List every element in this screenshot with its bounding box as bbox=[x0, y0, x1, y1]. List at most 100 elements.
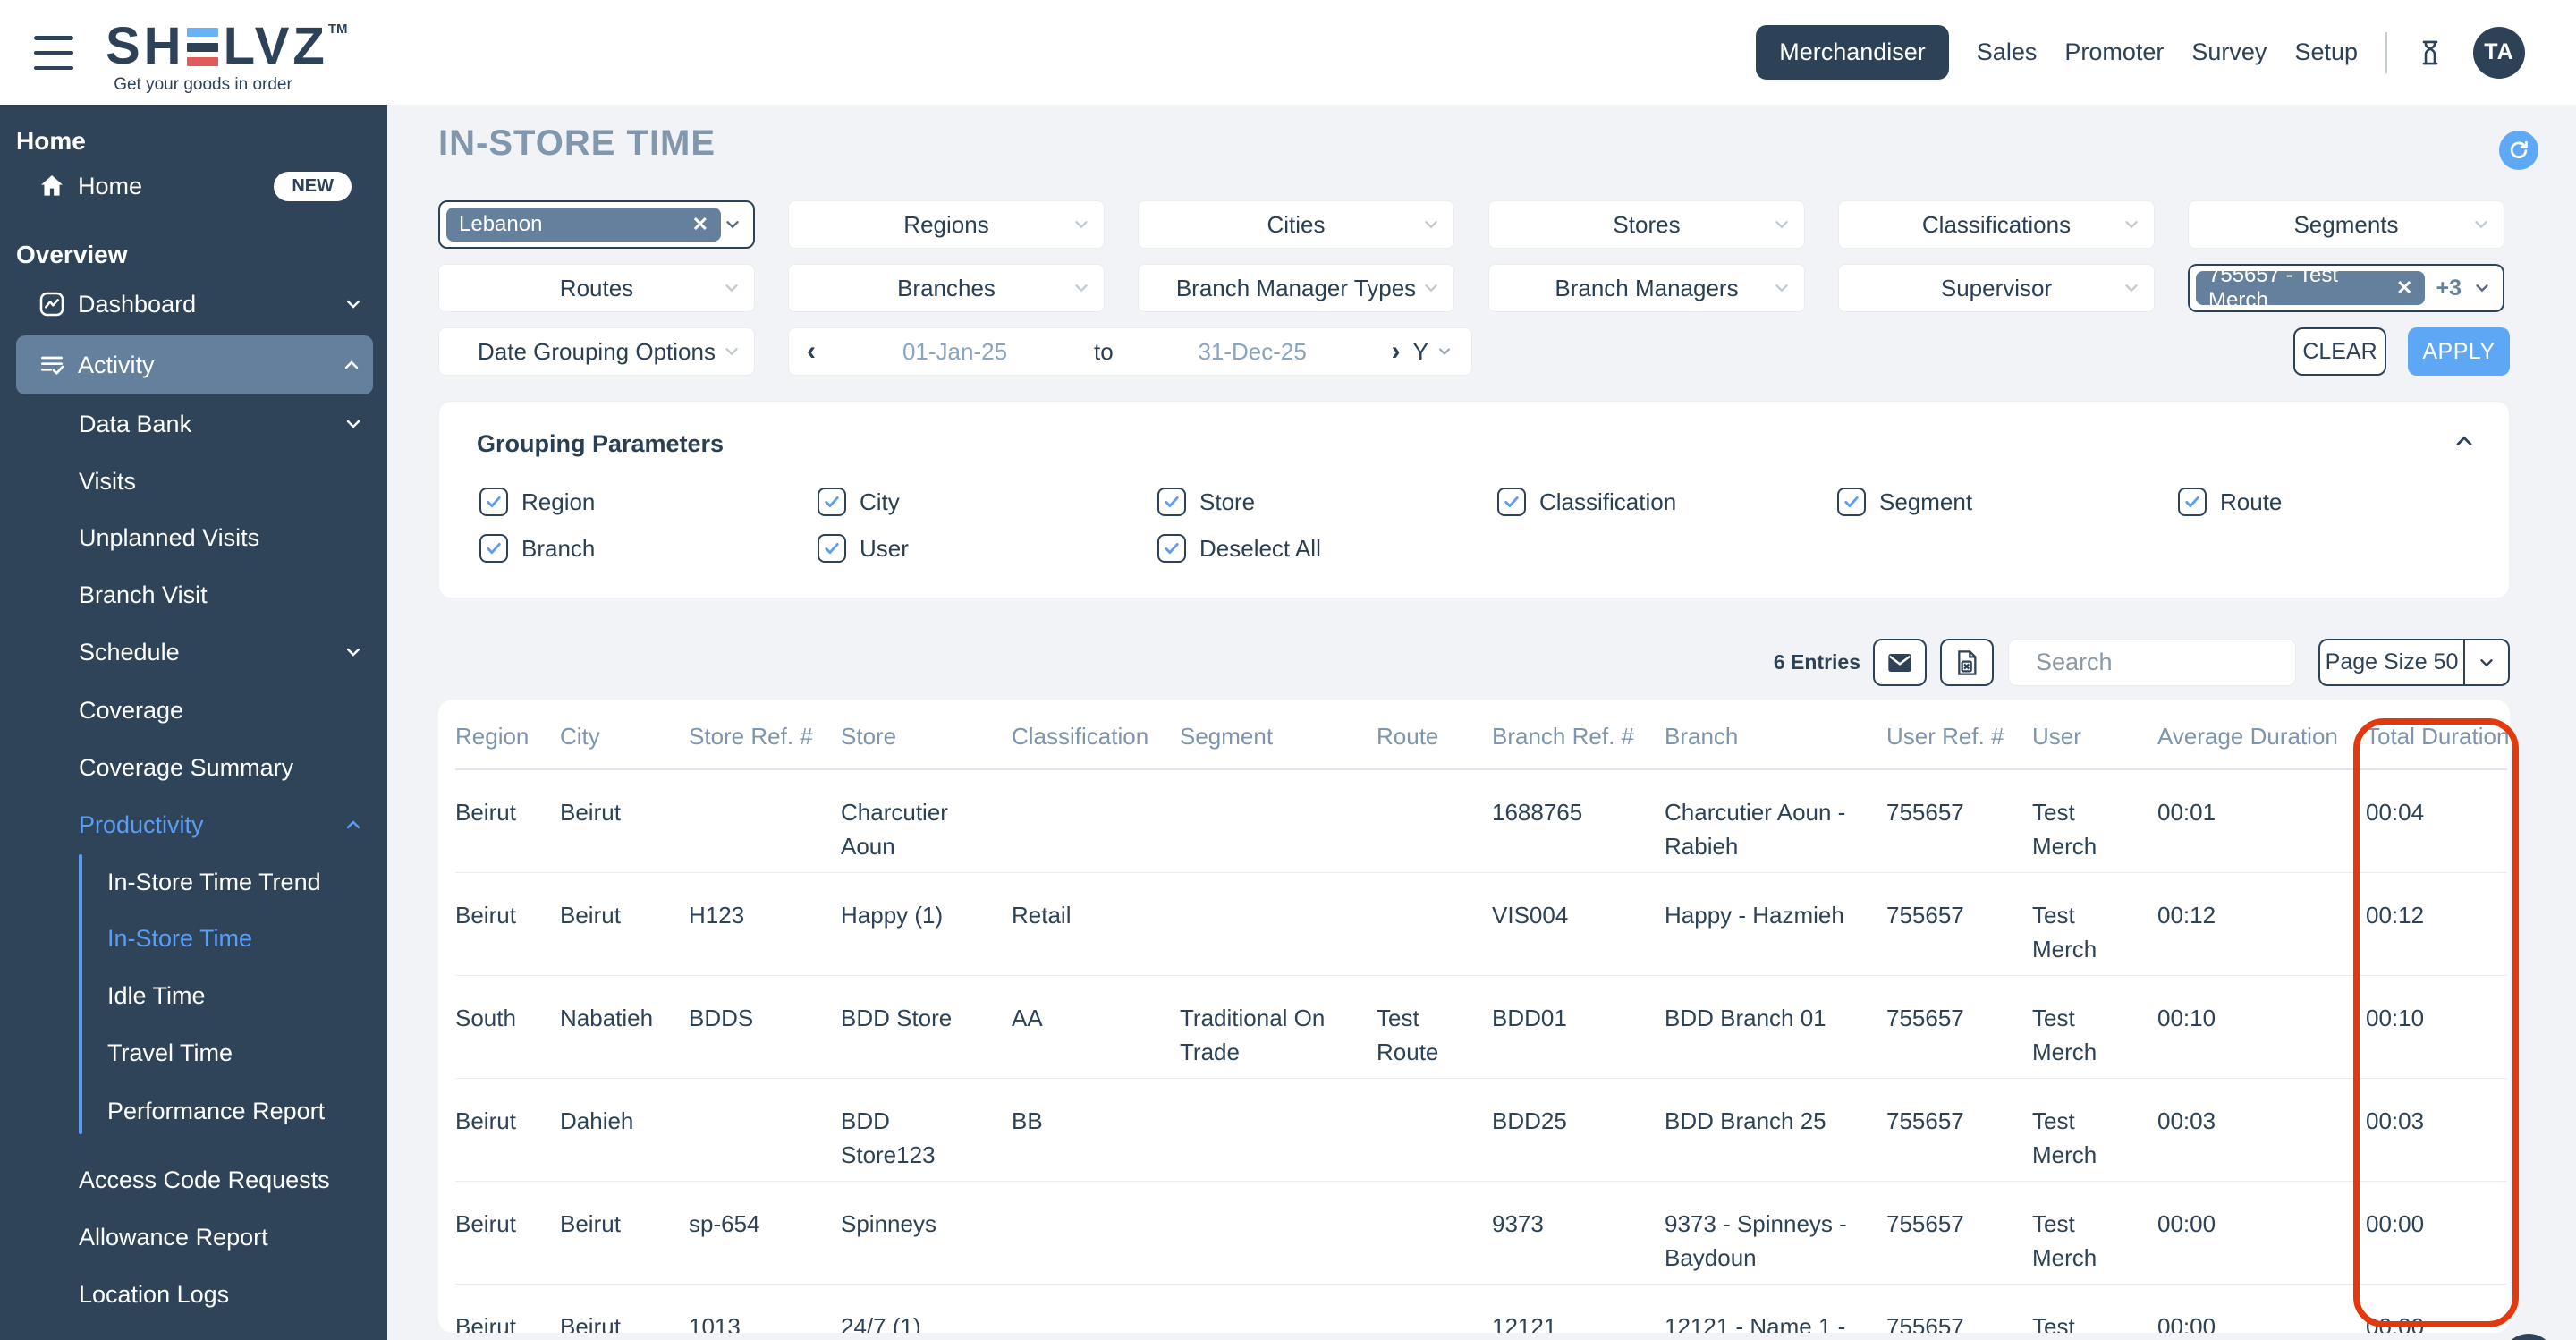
column-header-branch[interactable]: Branch bbox=[1665, 700, 1886, 769]
filter-select-branch-manager-types[interactable]: Branch Manager Types bbox=[1138, 264, 1454, 312]
date-to-value[interactable]: 31-Dec-25 bbox=[1114, 338, 1392, 366]
checkbox-user[interactable]: User bbox=[818, 534, 909, 563]
cell-city: Beirut bbox=[560, 873, 689, 976]
filter-select-routes[interactable]: Routes bbox=[438, 264, 755, 312]
checkbox-city[interactable]: City bbox=[818, 488, 900, 516]
apply-button[interactable]: APPLY bbox=[2408, 327, 2510, 376]
filter-select-date-grouping-options[interactable]: Date Grouping Options bbox=[438, 327, 755, 376]
filter-label: Routes bbox=[560, 275, 633, 302]
sidebar-item-branch-visit[interactable]: Branch Visit bbox=[0, 575, 387, 615]
nav-sales[interactable]: Sales bbox=[1977, 38, 2038, 66]
filter-select-cities[interactable]: Cities bbox=[1138, 200, 1454, 249]
cell-user: Test Merch bbox=[2032, 769, 2157, 873]
filter-label: Supervisor bbox=[1941, 275, 2052, 302]
sidebar-item-label: Unplanned Visits bbox=[79, 524, 259, 552]
checkbox-deselect-all[interactable]: Deselect All bbox=[1157, 534, 1321, 563]
sidebar-item-in-store-time[interactable]: In-Store Time bbox=[0, 919, 387, 958]
checkbox-branch[interactable]: Branch bbox=[479, 534, 595, 563]
hamburger-menu-icon[interactable] bbox=[34, 36, 73, 70]
checkbox-box[interactable] bbox=[479, 534, 508, 563]
filter-select-segments[interactable]: Segments bbox=[2188, 200, 2504, 249]
nav-survey[interactable]: Survey bbox=[2191, 38, 2267, 66]
sidebar-item-location-logs[interactable]: Location Logs bbox=[0, 1275, 387, 1314]
selected-chip: 755657 - Test Merch✕ bbox=[2196, 271, 2425, 305]
sidebar-item-schedule[interactable]: Schedule bbox=[0, 632, 387, 672]
filter-select-classifications[interactable]: Classifications bbox=[1838, 200, 2155, 249]
column-header-region[interactable]: Region bbox=[455, 700, 560, 769]
sidebar-item-unplanned-visits[interactable]: Unplanned Visits bbox=[0, 518, 387, 557]
sidebar-item-coverage[interactable]: Coverage bbox=[0, 691, 387, 730]
checkbox-route[interactable]: Route bbox=[2178, 488, 2282, 516]
column-header-city[interactable]: City bbox=[560, 700, 689, 769]
sidebar-item-idle-time[interactable]: Idle Time bbox=[0, 976, 387, 1015]
sidebar-item-productivity[interactable]: Productivity bbox=[0, 805, 387, 844]
checkbox-classification[interactable]: Classification bbox=[1497, 488, 1676, 516]
column-header-classification[interactable]: Classification bbox=[1012, 700, 1180, 769]
checkbox-box[interactable] bbox=[818, 488, 846, 516]
nav-promoter[interactable]: Promoter bbox=[2064, 38, 2164, 66]
filter-select-stores[interactable]: Stores bbox=[1488, 200, 1805, 249]
more-chips-count[interactable]: +3 bbox=[2436, 276, 2462, 301]
nav-merchandiser[interactable]: Merchandiser bbox=[1756, 25, 1949, 80]
scroll-fab-button[interactable] bbox=[2502, 1334, 2555, 1340]
sidebar-item-home[interactable]: HomeNEW bbox=[0, 166, 387, 206]
clear-button[interactable]: CLEAR bbox=[2293, 327, 2386, 376]
sidebar-item-dashboard[interactable]: Dashboard bbox=[0, 284, 387, 324]
sidebar-item-visits[interactable]: Visits bbox=[0, 462, 387, 501]
sidebar-item-allowance-report[interactable]: Allowance Report bbox=[0, 1217, 387, 1257]
sidebar-item-travel-time[interactable]: Travel Time bbox=[0, 1033, 387, 1073]
checkbox-box[interactable] bbox=[2178, 488, 2207, 516]
filter-label: Stores bbox=[1613, 211, 1680, 239]
cell-segment bbox=[1180, 1079, 1377, 1182]
hourglass-icon[interactable] bbox=[2415, 38, 2445, 68]
sidebar-item-performance-report[interactable]: Performance Report bbox=[0, 1091, 387, 1131]
column-header-user[interactable]: User bbox=[2032, 700, 2157, 769]
sidebar-item-activity[interactable]: Activity bbox=[16, 335, 373, 394]
date-from-value[interactable]: 01-Jan-25 bbox=[816, 338, 1094, 366]
checkbox-box[interactable] bbox=[1157, 488, 1186, 516]
column-header-route[interactable]: Route bbox=[1377, 700, 1492, 769]
checkbox-box[interactable] bbox=[818, 534, 846, 563]
filter-select-supervisor[interactable]: Supervisor bbox=[1838, 264, 2155, 312]
avatar[interactable]: TA bbox=[2473, 27, 2525, 79]
date-mode-select[interactable]: Y bbox=[1413, 338, 1428, 366]
excel-export-button[interactable] bbox=[1940, 639, 1994, 686]
page-size-select[interactable]: Page Size 50 bbox=[2318, 639, 2510, 686]
filter-multiselect-755657-test-merch[interactable]: 755657 - Test Merch✕ +3 bbox=[2188, 264, 2504, 312]
sidebar-item-coverage-summary[interactable]: Coverage Summary bbox=[0, 748, 387, 787]
date-next-icon[interactable]: › bbox=[1392, 338, 1401, 365]
date-range-picker[interactable]: ‹ 01-Jan-25 to 31-Dec-25 › Y bbox=[788, 327, 1472, 376]
collapse-panel-button[interactable] bbox=[2452, 428, 2477, 454]
checkbox-segment[interactable]: Segment bbox=[1837, 488, 1972, 516]
checkbox-box[interactable] bbox=[1497, 488, 1526, 516]
refresh-button[interactable] bbox=[2499, 131, 2538, 170]
column-header-store-ref[interactable]: Store Ref. # bbox=[689, 700, 841, 769]
search-input[interactable] bbox=[2036, 649, 2352, 676]
date-prev-icon[interactable]: ‹ bbox=[807, 338, 816, 365]
sidebar-item-in-store-time-trend[interactable]: In-Store Time Trend bbox=[0, 862, 387, 902]
email-export-button[interactable] bbox=[1873, 639, 1927, 686]
filter-select-regions[interactable]: Regions bbox=[788, 200, 1105, 249]
activity-icon bbox=[38, 351, 66, 379]
column-header-branch-ref[interactable]: Branch Ref. # bbox=[1492, 700, 1665, 769]
column-header-store[interactable]: Store bbox=[841, 700, 1012, 769]
nav-setup[interactable]: Setup bbox=[2294, 38, 2358, 66]
sidebar-item-data-bank[interactable]: Data Bank bbox=[0, 404, 387, 444]
column-header-average-duration[interactable]: Average Duration bbox=[2157, 700, 2366, 769]
column-header-total-duration[interactable]: Total Duration bbox=[2366, 700, 2507, 769]
filter-select-branches[interactable]: Branches bbox=[788, 264, 1105, 312]
checkbox-box[interactable] bbox=[479, 488, 508, 516]
column-header-segment[interactable]: Segment bbox=[1180, 700, 1377, 769]
checkbox-box[interactable] bbox=[1837, 488, 1866, 516]
chip-close-icon[interactable]: ✕ bbox=[692, 213, 708, 236]
checkbox-region[interactable]: Region bbox=[479, 488, 595, 516]
filter-select-branch-managers[interactable]: Branch Managers bbox=[1488, 264, 1805, 312]
checkbox-store[interactable]: Store bbox=[1157, 488, 1255, 516]
filter-multiselect-lebanon[interactable]: Lebanon✕ bbox=[438, 200, 755, 249]
checkbox-box[interactable] bbox=[1157, 534, 1186, 563]
sidebar-item-access-code-requests[interactable]: Access Code Requests bbox=[0, 1160, 387, 1200]
column-header-user-ref[interactable]: User Ref. # bbox=[1886, 700, 2032, 769]
chip-close-icon[interactable]: ✕ bbox=[2396, 276, 2412, 300]
cell-average-duration: 00:00 bbox=[2157, 1182, 2366, 1285]
cell-user-ref: 755657 bbox=[1886, 873, 2032, 976]
